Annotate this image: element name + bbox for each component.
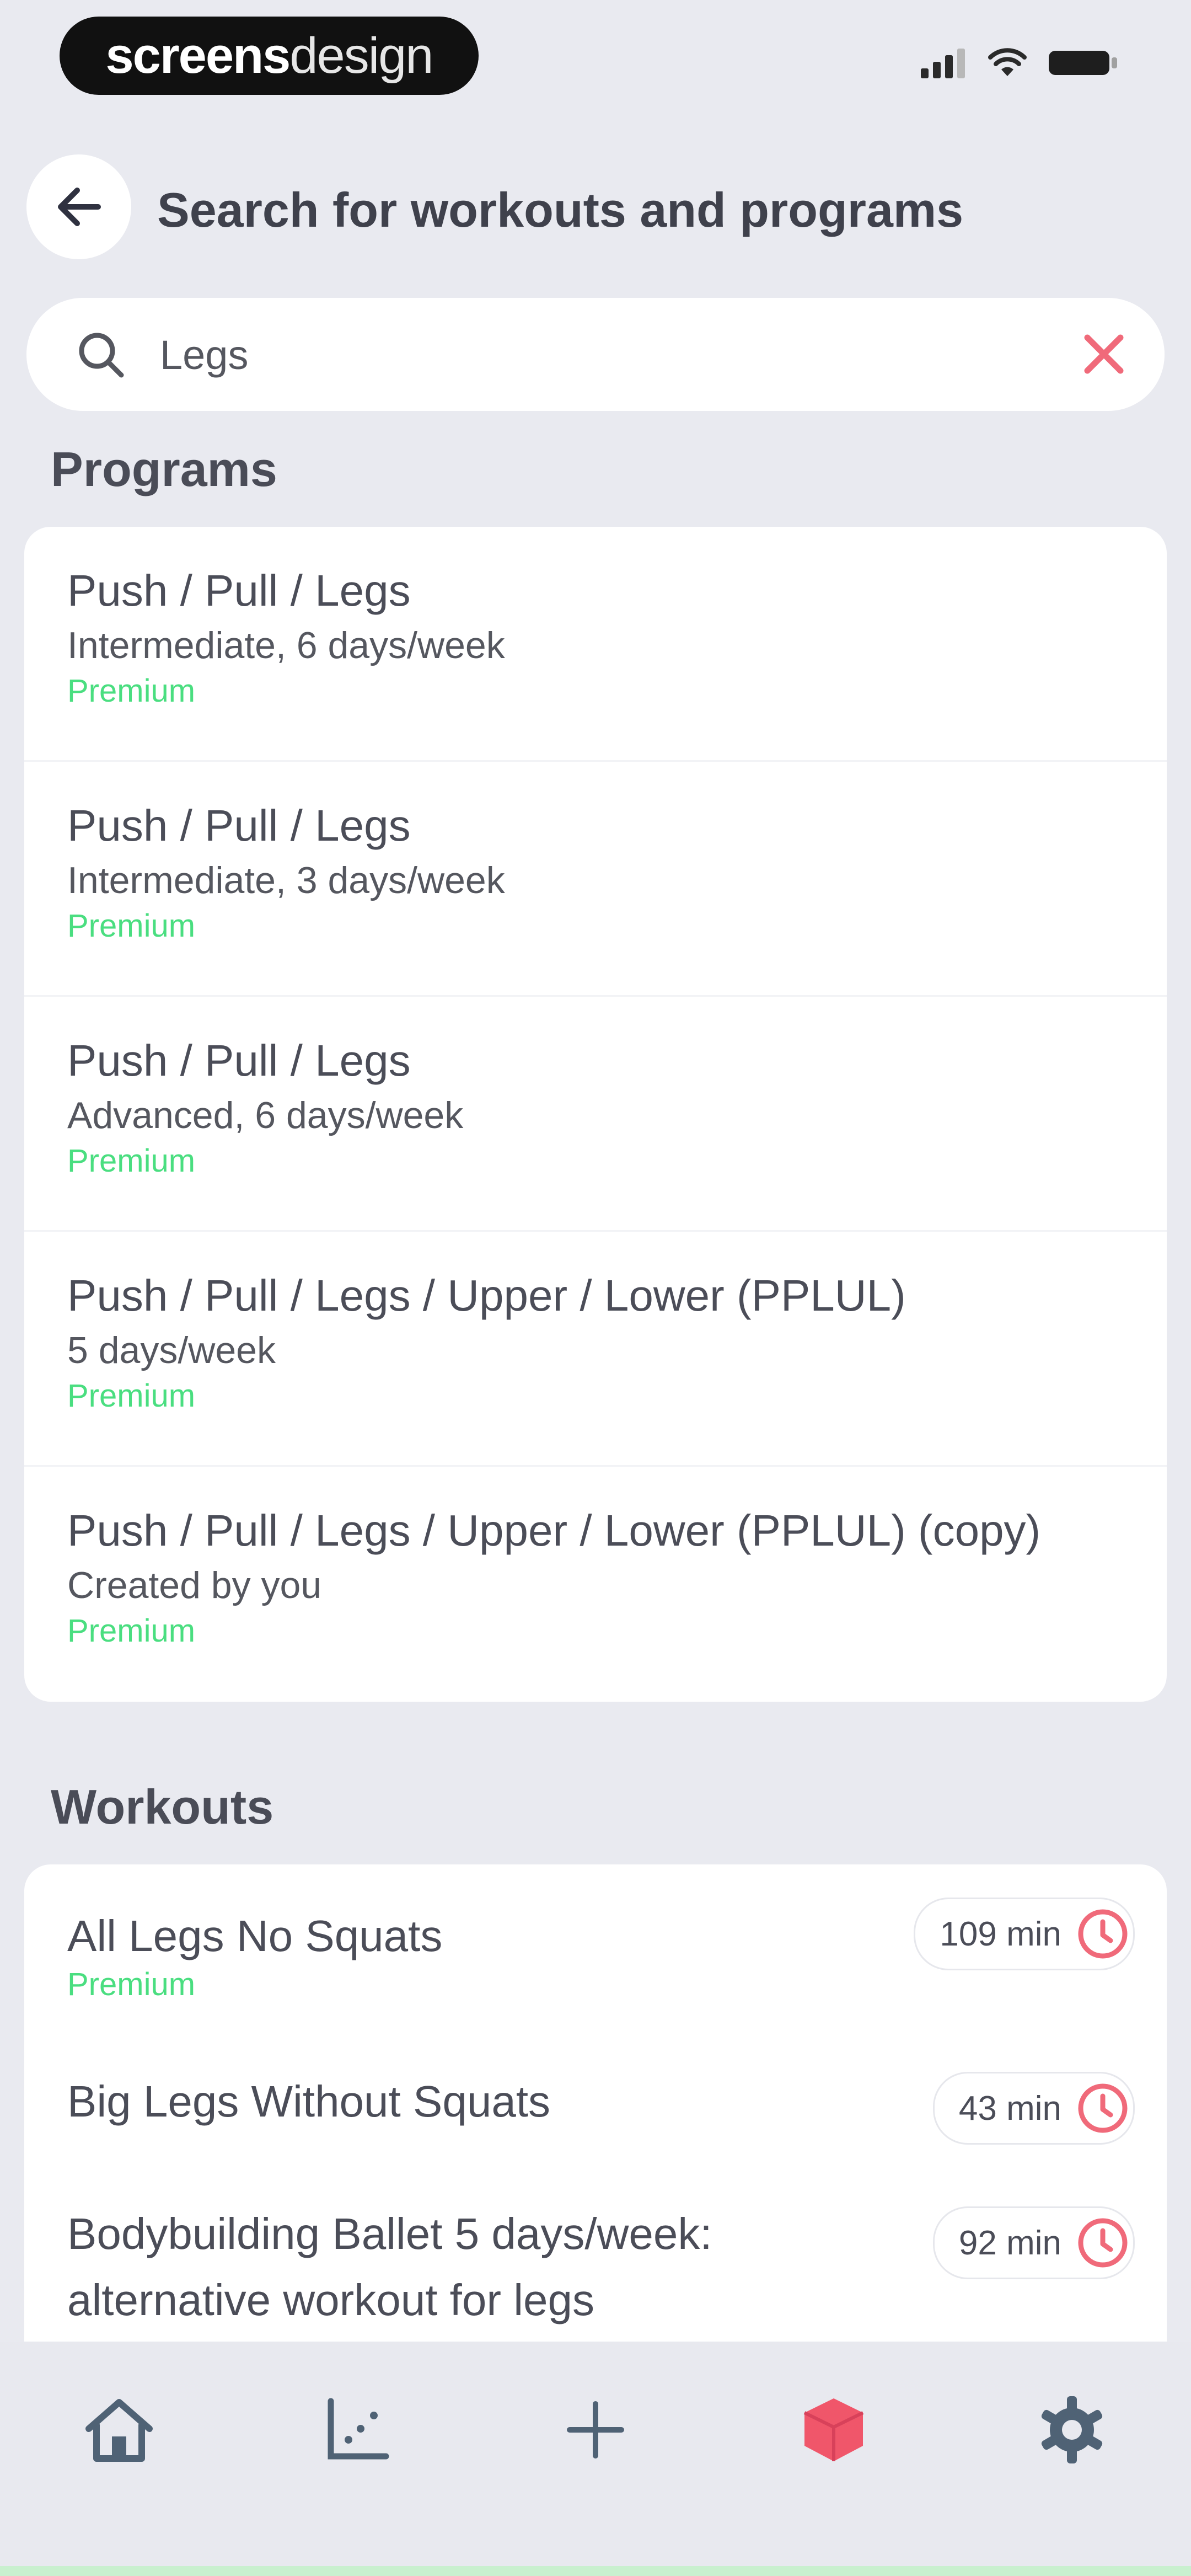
duration-text: 43 min — [958, 2089, 1061, 2128]
premium-tag: Premium — [67, 673, 196, 709]
program-details: 5 days/week — [67, 1329, 276, 1371]
duration-badge: 109 min — [914, 1898, 1135, 1970]
duration-badge: 92 min — [932, 2206, 1135, 2279]
signal-icon — [921, 49, 965, 78]
battery-icon — [1049, 51, 1117, 75]
chart-icon — [328, 2398, 389, 2460]
wifi-icon — [988, 48, 1027, 76]
tab-workouts[interactable] — [779, 2375, 889, 2485]
workout-item[interactable]: Big Legs Without Squats 43 min — [24, 2041, 1167, 2184]
search-input[interactable] — [159, 298, 1043, 412]
cube-icon — [803, 2398, 864, 2461]
program-item[interactable]: Push / Pull / Legs / Upper / Lower (PPLU… — [24, 1232, 1167, 1467]
clear-search-button[interactable] — [1076, 327, 1131, 382]
tab-add[interactable] — [540, 2375, 651, 2485]
program-details: Intermediate, 3 days/week — [67, 859, 505, 901]
workout-item[interactable]: Bodybuilding Ballet 5 days/week: alterna… — [24, 2184, 1167, 2361]
program-name: Push / Pull / Legs — [67, 801, 411, 850]
program-item[interactable]: Push / Pull / Legs / Upper / Lower (PPLU… — [24, 1467, 1167, 1702]
premium-tag: Premium — [67, 1143, 196, 1179]
program-name: Push / Pull / Legs / Upper / Lower (PPLU… — [67, 1271, 906, 1320]
tab-settings[interactable] — [1017, 2375, 1127, 2485]
program-details: Advanced, 6 days/week — [67, 1094, 464, 1136]
brand-logo-light: design — [289, 27, 433, 84]
arrow-left-icon — [58, 188, 101, 226]
plus-icon — [567, 2401, 624, 2459]
program-name: Push / Pull / Legs — [67, 1036, 411, 1085]
header: Search for workouts and programs — [0, 149, 1191, 270]
clock-icon — [1072, 2078, 1133, 2139]
program-details: Created by you — [67, 1564, 322, 1606]
workouts-section-title: Workouts — [51, 1779, 274, 1834]
clock-icon — [1072, 2212, 1133, 2273]
gear-icon — [1041, 2396, 1103, 2463]
premium-tag: Premium — [67, 1966, 196, 2002]
brand-logo-bold: screens — [105, 27, 291, 84]
premium-tag: Premium — [67, 908, 196, 944]
page-title: Search for workouts and programs — [157, 183, 964, 237]
programs-list: Push / Pull / Legs Intermediate, 6 days/… — [24, 527, 1167, 1702]
program-name: Push / Pull / Legs — [67, 566, 411, 615]
duration-text: 92 min — [958, 2224, 1061, 2262]
program-item[interactable]: Push / Pull / Legs Advanced, 6 days/week… — [24, 997, 1167, 1232]
workouts-list: All Legs No Squats Premium 109 min Big L… — [24, 1864, 1167, 2361]
premium-tag: Premium — [67, 1613, 196, 1649]
brand-logo: screens design — [60, 17, 479, 95]
home-indicator — [0, 2566, 1191, 2576]
program-item[interactable]: Push / Pull / Legs Intermediate, 3 days/… — [24, 762, 1167, 997]
duration-text: 109 min — [940, 1915, 1061, 1953]
program-name: Push / Pull / Legs / Upper / Lower (PPLU… — [67, 1506, 1041, 1555]
tab-bar — [0, 2342, 1191, 2576]
tab-home[interactable] — [64, 2375, 174, 2485]
home-icon — [85, 2399, 153, 2462]
duration-badge: 43 min — [932, 2072, 1135, 2145]
programs-section-title: Programs — [51, 442, 277, 496]
workout-item[interactable]: All Legs No Squats Premium 109 min — [24, 1864, 1167, 2041]
clock-icon — [1072, 1904, 1133, 1964]
back-button[interactable] — [26, 154, 131, 259]
close-icon — [1084, 334, 1124, 374]
search-icon — [79, 333, 124, 378]
premium-tag: Premium — [67, 1378, 196, 1414]
tab-progress[interactable] — [302, 2375, 412, 2485]
program-item[interactable]: Push / Pull / Legs Intermediate, 6 days/… — [24, 527, 1167, 762]
program-details: Intermediate, 6 days/week — [67, 624, 505, 666]
status-bar: screens design — [0, 0, 1191, 127]
status-icons — [921, 47, 1119, 78]
search-bar — [26, 298, 1165, 412]
